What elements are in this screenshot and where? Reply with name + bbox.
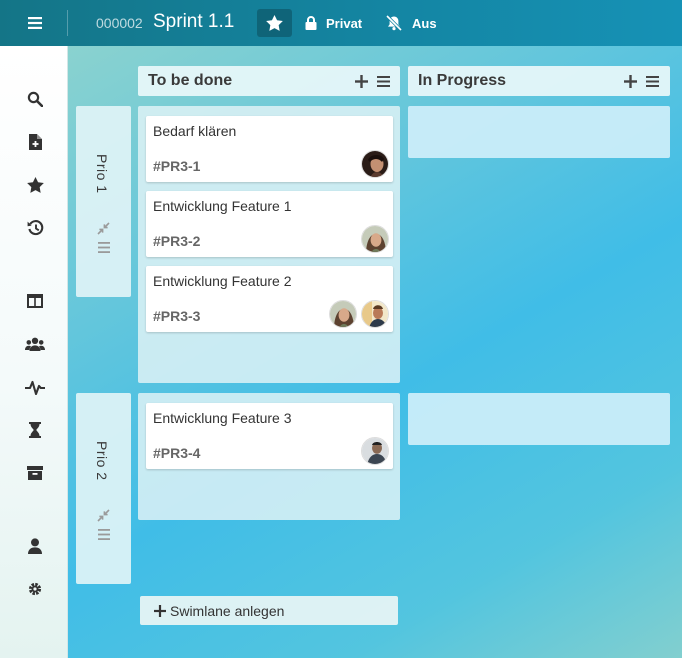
header-divider	[67, 10, 68, 36]
swimlane-menu-icon[interactable]	[96, 240, 111, 255]
collapse-arrows-icon[interactable]	[96, 221, 111, 236]
column-header-in-progress: In Progress	[408, 66, 670, 96]
task-card[interactable]: Entwicklung Feature 2 #PR3-3	[146, 266, 393, 332]
hamburger-menu-icon[interactable]	[22, 12, 48, 34]
left-sidebar	[0, 46, 68, 658]
avatar[interactable]	[361, 300, 389, 328]
board-number: 000002	[96, 15, 143, 31]
collapse-arrows-icon[interactable]	[96, 508, 111, 523]
settings-icon[interactable]	[24, 578, 46, 600]
column-header-to-be-done: To be done	[138, 66, 400, 96]
board-title[interactable]: Sprint 1.1	[153, 11, 234, 33]
task-card[interactable]: Entwicklung Feature 3 #PR3-4	[146, 403, 393, 469]
hourglass-icon[interactable]	[24, 419, 46, 441]
card-id: #PR3-3	[153, 308, 201, 324]
privacy-label: Privat	[326, 15, 363, 31]
swimlane-menu-icon[interactable]	[96, 527, 111, 542]
avatar[interactable]	[361, 150, 389, 178]
add-card-plus-icon[interactable]	[622, 73, 638, 89]
column-menu-icon[interactable]	[375, 73, 391, 89]
add-swimlane-button[interactable]: Swimlane anlegen	[140, 596, 398, 625]
avatar[interactable]	[329, 300, 357, 328]
task-card[interactable]: Bedarf klären #PR3-1	[146, 116, 393, 182]
avatar[interactable]	[361, 225, 389, 253]
lock-icon	[305, 16, 317, 30]
star-icon[interactable]	[24, 174, 46, 196]
privacy-toggle[interactable]: Privat	[305, 12, 362, 34]
search-icon[interactable]	[24, 88, 46, 110]
task-card[interactable]: Entwicklung Feature 1 #PR3-2	[146, 191, 393, 257]
archive-icon[interactable]	[24, 462, 46, 484]
card-title: Bedarf klären	[153, 123, 237, 139]
star-icon	[266, 15, 283, 31]
swimlane-prio-1: Prio 1	[76, 106, 131, 297]
favorite-button[interactable]	[257, 9, 292, 37]
new-file-icon[interactable]	[24, 131, 46, 153]
plus-icon	[154, 604, 166, 617]
add-swimlane-label: Swimlane anlegen	[170, 602, 285, 619]
swimlane-label: Prio 2	[94, 441, 110, 481]
activity-icon[interactable]	[24, 376, 46, 398]
card-id: #PR3-1	[153, 158, 201, 174]
column-title: In Progress	[418, 72, 507, 89]
card-id: #PR3-2	[153, 233, 201, 249]
notifications-toggle[interactable]: Aus	[385, 12, 437, 34]
column-title: To be done	[148, 72, 233, 89]
swimlane-prio-2: Prio 2	[76, 393, 131, 584]
cell-prio1-in-progress[interactable]	[408, 106, 670, 158]
history-icon[interactable]	[24, 217, 46, 239]
bell-slash-icon	[385, 15, 403, 31]
top-bar: 000002 Sprint 1.1 Privat Aus	[0, 0, 682, 46]
column-menu-icon[interactable]	[644, 73, 660, 89]
swimlane-label: Prio 1	[94, 154, 110, 194]
card-title: Entwicklung Feature 1	[153, 198, 292, 214]
add-card-plus-icon[interactable]	[353, 73, 369, 89]
cell-prio2-in-progress[interactable]	[408, 393, 670, 445]
team-icon[interactable]	[24, 333, 46, 355]
notifications-label: Aus	[412, 15, 437, 31]
board-icon[interactable]	[24, 290, 46, 312]
card-id: #PR3-4	[153, 445, 201, 461]
card-title: Entwicklung Feature 2	[153, 273, 292, 289]
user-icon[interactable]	[24, 535, 46, 557]
card-title: Entwicklung Feature 3	[153, 410, 292, 426]
avatar[interactable]	[361, 437, 389, 465]
